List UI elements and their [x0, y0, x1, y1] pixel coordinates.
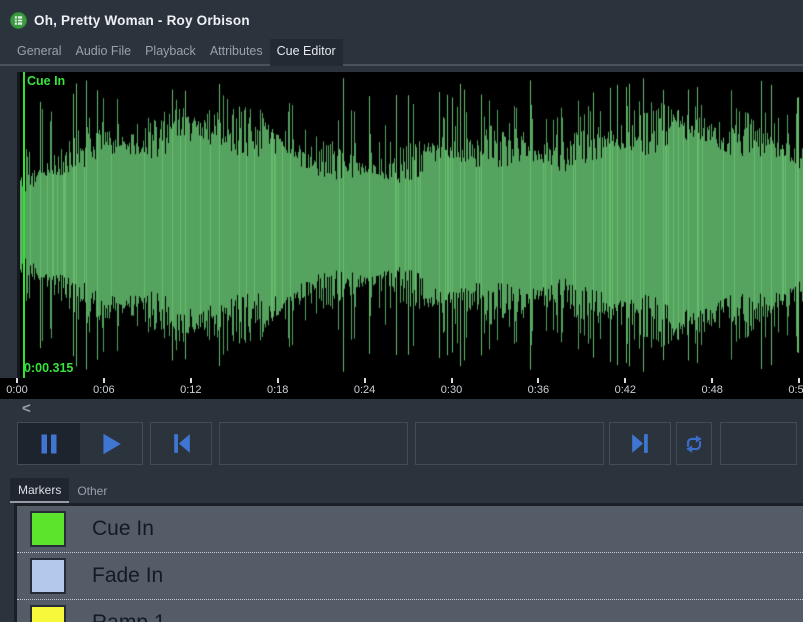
ruler-tick-label: 0:48 — [701, 384, 722, 396]
pause-button[interactable] — [18, 423, 80, 464]
tab-playback[interactable]: Playback — [138, 39, 203, 64]
waveform-panel[interactable]: Cue In 0:00.315 — [17, 72, 803, 378]
skip-to-start-button[interactable] — [150, 422, 212, 465]
marker-label: Ramp 1 — [92, 611, 166, 622]
transport-panel-1[interactable] — [219, 422, 408, 465]
ruler-tick-label: 0:54 — [788, 384, 803, 396]
pause-icon — [37, 432, 61, 456]
transport-bar — [0, 422, 803, 465]
ruler-tick — [16, 378, 18, 383]
ruler-tick-label: 0:06 — [93, 384, 114, 396]
tab-general[interactable]: General — [10, 39, 68, 64]
ruler-tick — [190, 378, 192, 383]
loop-icon — [683, 433, 705, 455]
ruler-tick-label: 0:18 — [267, 384, 288, 396]
tab-markers[interactable]: Markers — [10, 478, 69, 503]
marker-color-swatch[interactable] — [30, 558, 66, 594]
transport-extra-button[interactable] — [720, 422, 797, 465]
play-pause-group — [17, 422, 143, 465]
marker-row-ramp-1[interactable]: Ramp 1 — [17, 599, 803, 622]
skip-to-start-icon — [169, 431, 194, 456]
marker-label: Cue In — [92, 517, 154, 541]
ruler-tick-label: 0:12 — [180, 384, 201, 396]
ruler-tick — [537, 378, 539, 383]
title-bar: Oh, Pretty Woman - Roy Orbison — [0, 0, 803, 40]
scroll-left-arrow-icon[interactable]: < — [22, 400, 31, 418]
transport-panel-2[interactable] — [415, 422, 604, 465]
ruler-tick-label: 0:30 — [441, 384, 462, 396]
marker-label: Fade In — [92, 564, 163, 588]
marker-row-cue-in[interactable]: Cue In — [17, 506, 803, 552]
marker-color-swatch[interactable] — [30, 511, 66, 547]
loop-button[interactable] — [676, 422, 712, 465]
play-icon — [98, 431, 124, 457]
main-tab-bar: General Audio File Playback Attributes C… — [0, 40, 803, 66]
ruler-tick — [451, 378, 453, 383]
marker-row-fade-in[interactable]: Fade In — [17, 552, 803, 599]
waveform-canvas[interactable] — [20, 72, 803, 378]
tab-audio-file[interactable]: Audio File — [68, 39, 138, 64]
ruler-tick — [103, 378, 105, 383]
marker-color-swatch[interactable] — [30, 605, 66, 622]
ruler-tick-label: 0:42 — [615, 384, 636, 396]
marker-list: Cue In Fade In Ramp 1 — [14, 503, 803, 622]
ruler-tick — [364, 378, 366, 383]
waveform-scrollbar[interactable]: < — [0, 399, 803, 421]
window-title: Oh, Pretty Woman - Roy Orbison — [34, 13, 250, 28]
ruler-tick — [798, 378, 800, 383]
ruler-tick — [711, 378, 713, 383]
cue-position-time: 0:00.315 — [24, 361, 73, 375]
song-list-icon — [10, 12, 27, 29]
skip-to-end-icon — [628, 431, 653, 456]
ruler-tick-label: 0:36 — [528, 384, 549, 396]
time-ruler[interactable]: 0:00 0:06 0:12 0:18 0:24 0:30 0:36 0:42 0:48 0:54 — [0, 378, 803, 399]
ruler-tick-label: 0:24 — [354, 384, 375, 396]
tab-cue-editor[interactable]: Cue Editor — [270, 39, 343, 66]
ruler-tick-label: 0:00 — [6, 384, 27, 396]
ruler-tick — [624, 378, 626, 383]
tab-attributes[interactable]: Attributes — [203, 39, 270, 64]
marker-tab-bar: Markers Other — [0, 476, 803, 503]
cue-in-label: Cue In — [27, 74, 65, 88]
play-button[interactable] — [80, 423, 142, 464]
tab-other[interactable]: Other — [69, 479, 115, 503]
cue-in-marker-line[interactable] — [23, 72, 25, 378]
ruler-tick — [277, 378, 279, 383]
skip-to-end-button[interactable] — [609, 422, 671, 465]
